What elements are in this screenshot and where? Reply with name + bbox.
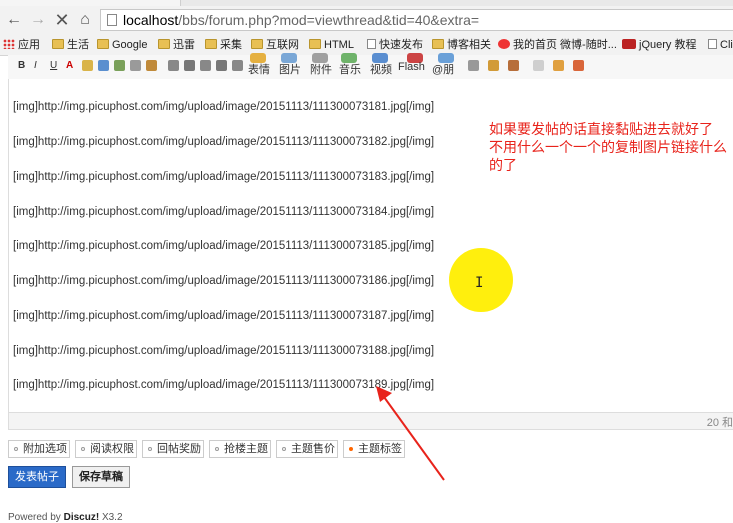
annotation-arrow-icon	[376, 386, 445, 481]
